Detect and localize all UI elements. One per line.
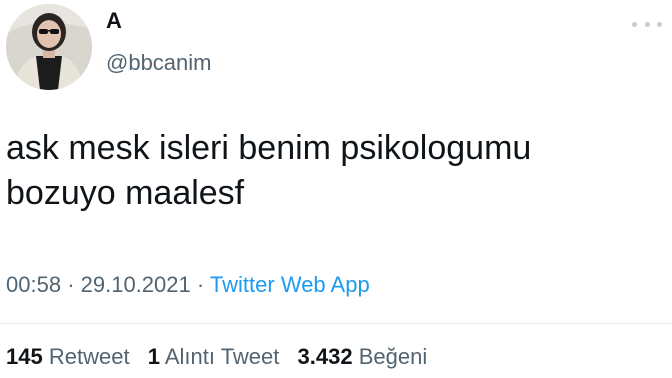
likes-count: 3.432 [297, 344, 353, 369]
author-display-name[interactable]: A [106, 8, 122, 34]
tweet-time[interactable]: 00:58 [6, 272, 61, 297]
tweet-stats: 145 Retweet 1 Alıntı Tweet 3.432 Beğeni [6, 342, 427, 372]
tweet-text: ask mesk isleri benim psikologumu bozuyo… [6, 126, 646, 216]
avatar-image [6, 4, 92, 90]
more-horizontal-icon[interactable] [632, 16, 662, 32]
tweet-card: A @bbcanim ask mesk isleri benim psikolo… [0, 0, 672, 378]
likes-label: Beğeni [358, 344, 428, 369]
tweet-source-link[interactable]: Twitter Web App [210, 272, 370, 297]
retweets-count: 145 [6, 344, 43, 369]
quotes-stat[interactable]: 1 Alıntı Tweet [148, 344, 286, 369]
divider [0, 323, 672, 324]
retweets-label: Retweet [48, 344, 130, 369]
more-dot [632, 21, 637, 27]
quotes-label: Alıntı Tweet [164, 344, 280, 369]
avatar[interactable] [6, 4, 92, 90]
tweet-text-line: bozuyo maalesf [6, 174, 245, 212]
retweets-stat[interactable]: 145 Retweet [6, 344, 136, 369]
tweet-text-line: ask mesk isleri benim psikologumu [6, 129, 532, 167]
author-handle[interactable]: @bbcanim [106, 50, 212, 76]
meta-separator: · [196, 272, 205, 297]
quotes-count: 1 [147, 344, 160, 369]
tweet-date[interactable]: 29.10.2021 [81, 272, 191, 297]
meta-separator: · [67, 272, 75, 297]
more-dot [657, 21, 662, 27]
tweet-meta: 00:58 · 29.10.2021 · Twitter Web App [6, 270, 370, 300]
likes-stat[interactable]: 3.432 Beğeni [298, 344, 428, 369]
more-dot [644, 21, 650, 27]
